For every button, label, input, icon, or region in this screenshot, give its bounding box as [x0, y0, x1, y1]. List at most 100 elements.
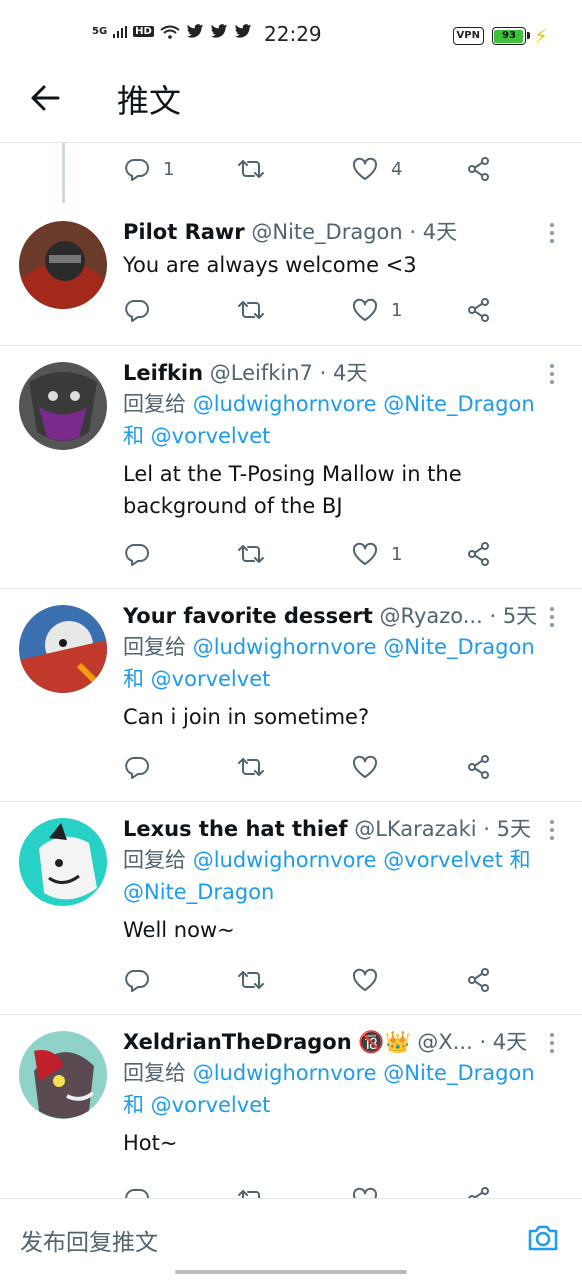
twitter-notification-icon [234, 24, 252, 38]
more-options-icon[interactable] [550, 364, 556, 388]
tweet-text: Lel at the T-Posing Mallow in the backgr… [123, 462, 462, 518]
tweet-item[interactable]: Pilot Rawr @Nite_Dragon · 4天 You are alw… [0, 205, 582, 346]
mention-links-cont[interactable]: 和 @vorvelvet [123, 667, 270, 691]
avatar[interactable] [19, 221, 107, 309]
tweet-item[interactable]: Leifkin @Leifkin7 · 4天 回复给 @ludwighornvo… [0, 346, 582, 589]
reply-button[interactable] [123, 1185, 151, 1198]
status-bar: 5G HD 22:29 VPN 93 ⚡ [0, 0, 582, 70]
retweet-button[interactable] [237, 155, 277, 183]
reply-input[interactable]: 发布回复推文 [20, 1223, 158, 1257]
more-options-icon[interactable] [550, 223, 556, 247]
status-right: VPN 93 ⚡ [452, 24, 548, 48]
tweet-text: You are always welcome <3 [123, 253, 417, 277]
mention-links-cont[interactable]: @Nite_Dragon [123, 880, 274, 904]
like-button[interactable]: 1 [351, 540, 402, 568]
retweet-button[interactable] [237, 296, 265, 324]
reply-prefix: 回复给 [123, 635, 186, 659]
tweet-item[interactable]: Your favorite dessert @Ryazo... · 5天 回复给… [0, 589, 582, 802]
reply-button[interactable] [123, 753, 151, 781]
reply-button[interactable] [123, 296, 151, 324]
tweet-header: Pilot Rawr @Nite_Dragon · 4天 [123, 217, 546, 247]
retweet-icon [238, 301, 264, 319]
avatar[interactable] [19, 818, 107, 906]
reply-button[interactable] [123, 540, 151, 568]
replying-to: 回复给 @ludwighornvore @Nite_Dragon 和 @vorv… [123, 388, 546, 452]
share-button[interactable] [465, 296, 493, 324]
reply-prefix: 回复给 [123, 848, 186, 872]
reply-prefix: 回复给 [123, 1061, 186, 1085]
app-header: 推文 [0, 70, 582, 143]
like-button[interactable]: 1 [351, 296, 402, 324]
reply-icon [125, 757, 149, 779]
like-count: 4 [391, 158, 403, 180]
tweet-body: XeldrianTheDragon 🔞👑 @X... · 4天 回复给 @lud… [123, 1027, 546, 1159]
share-icon [468, 298, 489, 322]
twitter-notification-icon [186, 24, 204, 38]
avatar[interactable] [19, 362, 107, 450]
share-button[interactable] [465, 966, 493, 994]
mention-links-cont[interactable]: 和 @vorvelvet [123, 424, 270, 448]
like-button[interactable] [351, 966, 379, 994]
display-name[interactable]: Lexus the hat thief [123, 817, 348, 841]
more-options-icon[interactable] [550, 607, 556, 631]
user-handle[interactable]: @Ryazo... [380, 604, 483, 628]
tweet-item[interactable]: Lexus the hat thief @LKarazaki · 5天 回复给 … [0, 802, 582, 1015]
share-button[interactable] [465, 540, 493, 568]
reply-icon [125, 1189, 149, 1198]
retweet-icon [238, 758, 264, 776]
heart-icon [352, 1187, 378, 1198]
tweet-item[interactable]: XeldrianTheDragon 🔞👑 @X... · 4天 回复给 @lud… [0, 1015, 582, 1198]
mention-links-cont[interactable]: 和 @vorvelvet [123, 1093, 270, 1117]
tweet-actions: 1 [123, 296, 503, 328]
heart-icon [352, 157, 378, 180]
mention-links[interactable]: @ludwighornvore @vorvelvet 和 [193, 848, 531, 872]
user-handle[interactable]: @Nite_Dragon [251, 220, 402, 244]
like-button[interactable] [351, 1185, 379, 1198]
reply-feed[interactable]: 1 4 Pilot Rawr @Nite_Dragon · 4天 You are… [0, 143, 582, 1198]
heart-icon [352, 755, 378, 778]
tweet-time: · 4天 [319, 361, 368, 385]
reply-composer: 发布回复推文 [0, 1198, 582, 1280]
user-handle[interactable]: @X... [417, 1030, 472, 1054]
more-options-icon[interactable] [550, 820, 556, 844]
avatar[interactable] [19, 605, 107, 693]
like-button[interactable] [351, 753, 379, 781]
retweet-button[interactable] [237, 966, 265, 994]
user-handle[interactable]: @LKarazaki [354, 817, 476, 841]
retweet-button[interactable] [237, 753, 265, 781]
avatar[interactable] [19, 1031, 107, 1119]
mention-links[interactable]: @ludwighornvore @Nite_Dragon [193, 635, 535, 659]
tweet-text: Hot~ [123, 1131, 178, 1155]
reply-icon [125, 159, 149, 181]
more-options-icon[interactable] [550, 1033, 556, 1057]
like-button[interactable]: 4 [351, 155, 402, 183]
display-name[interactable]: Leifkin [123, 361, 203, 385]
retweet-button[interactable] [237, 1185, 265, 1198]
mention-links[interactable]: @ludwighornvore @Nite_Dragon [193, 1061, 535, 1085]
heart-icon [352, 968, 378, 991]
display-name[interactable]: Pilot Rawr [123, 220, 245, 244]
back-arrow-icon[interactable] [28, 80, 64, 116]
user-handle[interactable]: @Leifkin7 [210, 361, 313, 385]
camera-icon[interactable] [526, 1221, 560, 1255]
share-button[interactable] [465, 1185, 493, 1198]
replying-to: 回复给 @ludwighornvore @Nite_Dragon 和 @vorv… [123, 1057, 546, 1121]
reply-button[interactable]: 1 [123, 155, 174, 183]
share-button[interactable] [465, 155, 493, 183]
retweet-button[interactable] [237, 540, 265, 568]
wifi-icon [160, 25, 180, 39]
display-name[interactable]: XeldrianTheDragon [123, 1030, 352, 1054]
tweet-time: · 5天 [489, 604, 538, 628]
tweet-header: XeldrianTheDragon 🔞👑 @X... · 4天 [123, 1027, 546, 1057]
display-name[interactable]: Your favorite dessert [123, 604, 373, 628]
thread-connector [62, 143, 65, 203]
like-count: 1 [391, 543, 403, 565]
mention-links[interactable]: @ludwighornvore @Nite_Dragon [193, 392, 535, 416]
clock: 22:29 [264, 22, 322, 46]
reply-button[interactable] [123, 966, 151, 994]
retweet-icon [238, 160, 264, 178]
tweet-actions [123, 966, 503, 998]
home-indicator[interactable] [175, 1270, 407, 1274]
vpn-badge: VPN [452, 27, 484, 45]
share-button[interactable] [465, 753, 493, 781]
